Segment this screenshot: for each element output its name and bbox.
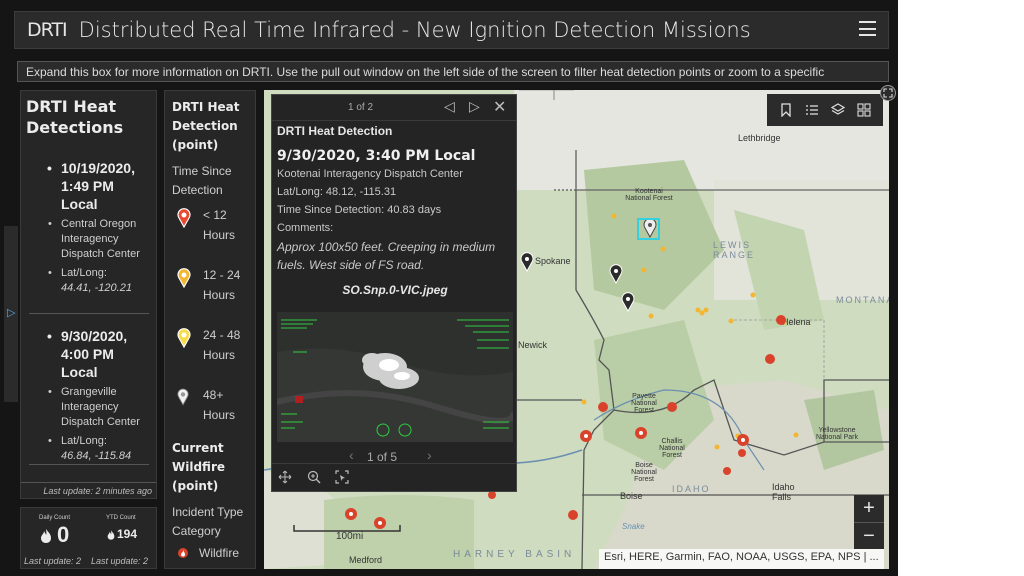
layers-icon[interactable] bbox=[830, 102, 846, 118]
panel-title: DRTI Heat Detections bbox=[26, 97, 124, 137]
fullscreen-expand-icon[interactable] bbox=[880, 85, 896, 101]
ytd-count-value: 194 bbox=[117, 527, 138, 541]
media-next-icon[interactable]: › bbox=[427, 447, 432, 463]
heat-detection-marker-orange-icon bbox=[581, 213, 799, 450]
popup-comments: Approx 100x50 feet. Creeping in medium f… bbox=[277, 240, 496, 272]
detection-list-item[interactable]: 9/30/2020, 4:00 PM Local Grangeville Int… bbox=[21, 327, 156, 463]
popup-body: DRTI Heat Detection 9/30/2020, 3:40 PM L… bbox=[277, 123, 513, 297]
filter-pullout-tab[interactable]: ▷ bbox=[4, 226, 18, 402]
basemap-gallery-icon[interactable] bbox=[856, 102, 872, 118]
map-attribution[interactable]: Esri, HERE, Garmin, FAO, NOAA, USGS, EPA… bbox=[599, 549, 884, 569]
hamburger-menu-icon[interactable] bbox=[859, 21, 876, 36]
ytd-last-update: Last update: 2 bbox=[91, 556, 149, 566]
daily-count-value: 0 bbox=[57, 522, 70, 547]
legend-row-12-24: 12 - 24 Hours bbox=[165, 265, 255, 325]
chevron-right-icon: ▷ bbox=[7, 307, 16, 319]
detection-center: Grangeville Interagency Dispatch Center bbox=[21, 385, 156, 430]
popup-pager: 1 of 2 bbox=[348, 102, 374, 113]
daily-count-label: Daily Count bbox=[39, 515, 71, 521]
detection-latlong-label: Lat/Long: bbox=[21, 434, 156, 449]
detection-datetime: 10/19/2020, 1:49 PM Local bbox=[21, 159, 156, 213]
legend-row-48plus: 48+ Hours bbox=[165, 385, 255, 437]
legend-heat-title: DRTI Heat Detection (point) bbox=[172, 100, 240, 152]
map-toolbar bbox=[767, 94, 883, 126]
popup-header: 1 of 2 ◁ ▷ ✕ bbox=[272, 95, 516, 121]
fire-icon bbox=[107, 530, 115, 540]
app-root: DRTI Distributed Real Time Infrared - Ne… bbox=[0, 0, 898, 576]
popup-footer bbox=[272, 463, 516, 491]
media-pager: 1 of 5 bbox=[367, 450, 398, 464]
detection-list-item[interactable]: 10/19/2020, 1:49 PM Local Central Oregon… bbox=[21, 159, 156, 295]
legend-label: 48+ Hours bbox=[203, 388, 236, 422]
map-pin-red-icon bbox=[177, 208, 191, 228]
legend-row-wildfire: Wildfire bbox=[165, 543, 255, 563]
popup-comments-label: Comments: bbox=[277, 222, 334, 234]
popup-center: Kootenai Interagency Dispatch Center bbox=[277, 168, 463, 180]
legend-heat-subtitle: Time Since Detection bbox=[172, 164, 232, 197]
page-title: Distributed Real Time Infrared - New Ign… bbox=[78, 18, 751, 42]
legend-wildfire-subtitle: Incident Type Category bbox=[172, 505, 244, 538]
drti-logo: DRTI bbox=[27, 19, 68, 41]
map-pin-yellow-icon bbox=[177, 328, 191, 348]
wildfire-icon bbox=[178, 548, 188, 558]
heat-detections-panel: DRTI Heat Detections 10/19/2020, 1:49 PM… bbox=[20, 90, 157, 499]
detection-datetime: 9/30/2020, 4:00 PM Local bbox=[21, 327, 156, 381]
close-icon[interactable]: ✕ bbox=[493, 97, 506, 117]
heat-detection-marker-white-icon bbox=[520, 218, 657, 313]
popup-latlong: Lat/Long: 48.12, -115.31 bbox=[277, 186, 397, 198]
info-text: Expand this box for more information on … bbox=[26, 65, 825, 79]
dock-move-icon[interactable] bbox=[278, 470, 292, 484]
fire-icon bbox=[41, 529, 51, 543]
last-update-text: Last update: 2 minutes ago bbox=[21, 482, 156, 496]
zoom-in-button[interactable]: + bbox=[854, 495, 884, 522]
popup-time-since: Time Since Detection: 40.83 days bbox=[277, 204, 442, 216]
popup-datetime: 9/30/2020, 3:40 PM Local bbox=[277, 148, 476, 164]
legend-row-lt12: < 12 Hours bbox=[165, 205, 255, 265]
zoom-to-icon[interactable] bbox=[307, 470, 321, 484]
legend-row-24-48: 24 - 48 Hours bbox=[165, 325, 255, 385]
zoom-control: + − bbox=[854, 495, 884, 549]
legend-wildfire-title: Current Wildfire (point) bbox=[172, 441, 226, 493]
detection-latlong: 46.84, -115.84 bbox=[61, 450, 132, 462]
scale-bar-label: 100mi bbox=[336, 531, 364, 542]
popup-image-name: SO.Snp.0-VIC.jpeg bbox=[342, 283, 448, 297]
legend-panel: DRTI Heat Detection (point) Time Since D… bbox=[164, 90, 256, 569]
zoom-out-button[interactable]: − bbox=[854, 522, 884, 549]
legend-label: 24 - 48 Hours bbox=[203, 328, 241, 362]
legend-label: 12 - 24 Hours bbox=[203, 268, 241, 302]
divider bbox=[29, 313, 149, 314]
feature-popup: 1 of 2 ◁ ▷ ✕ DRTI Heat Detection 9/30/20… bbox=[271, 94, 517, 492]
map-pin-orange-icon bbox=[177, 268, 191, 288]
detection-center: Central Oregon Interagency Dispatch Cent… bbox=[21, 217, 156, 262]
next-feature-icon[interactable]: ▷ bbox=[469, 98, 480, 115]
detection-latlong-label: Lat/Long: bbox=[21, 266, 156, 281]
legend-list-icon[interactable] bbox=[804, 102, 820, 118]
count-panel: Daily Count YTD Count 0 194 Last update:… bbox=[20, 507, 157, 569]
divider bbox=[29, 464, 149, 465]
select-feature-icon[interactable] bbox=[335, 470, 349, 484]
ytd-count-label: YTD Count bbox=[106, 515, 136, 521]
daily-last-update: Last update: 2 bbox=[24, 556, 82, 566]
infrared-image[interactable] bbox=[277, 312, 513, 442]
legend-label: < 12 Hours bbox=[203, 208, 236, 242]
bookmark-icon[interactable] bbox=[778, 102, 794, 118]
detection-latlong: 44.41, -120.21 bbox=[61, 282, 132, 294]
legend-label: Wildfire bbox=[199, 546, 240, 560]
map-pin-white-icon bbox=[177, 388, 189, 406]
media-previous-icon[interactable]: ‹ bbox=[349, 447, 354, 463]
popup-layer-title: DRTI Heat Detection bbox=[277, 124, 393, 138]
previous-feature-icon[interactable]: ◁ bbox=[444, 98, 455, 115]
app-header: DRTI Distributed Real Time Infrared - Ne… bbox=[14, 11, 889, 49]
info-expand-box[interactable]: Expand this box for more information on … bbox=[17, 61, 889, 82]
